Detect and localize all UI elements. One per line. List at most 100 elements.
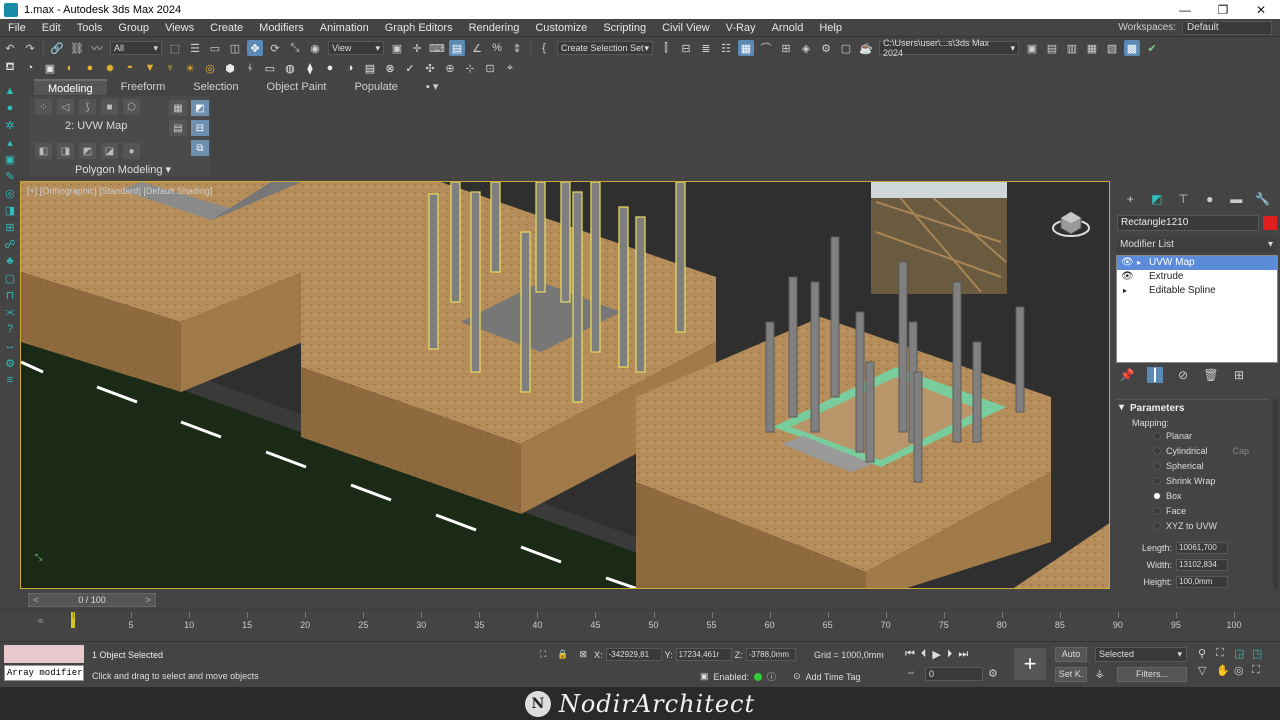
border-mode-icon[interactable]: ⟆ (79, 99, 96, 115)
adaptive-degradation-icon[interactable]: ▣ (700, 671, 709, 682)
maxscript-mini-listener[interactable]: Array modifier (4, 665, 84, 681)
set-key-big-icon[interactable]: + (1014, 648, 1046, 680)
previous-modifier-icon[interactable]: ◧ (35, 143, 52, 159)
motion-tab-icon[interactable]: ● (1202, 191, 1218, 207)
time-slider-handle[interactable]: < 0 / 100 > (28, 593, 156, 607)
length-spinner[interactable]: 10061,700 (1176, 541, 1228, 554)
vray-render-icon[interactable]: ◔ (22, 60, 38, 76)
viewport-label[interactable]: [+] [Orthographic] [Standard] [Default S… (27, 186, 212, 196)
chaos-scatter-icon[interactable]: ⊗ (382, 60, 398, 76)
toggle-modify-panel-icon[interactable]: ▦ (169, 100, 187, 116)
add-time-tag[interactable]: Add Time Tag (806, 672, 861, 682)
snaps-toggle-icon[interactable]: ▤ (449, 40, 465, 56)
fur-icon[interactable]: ⍭ (242, 60, 258, 76)
layer-explorer-icon[interactable]: ≣ (698, 40, 714, 56)
schematic-view-icon[interactable]: ⊞ (778, 40, 794, 56)
ambient-light-icon[interactable]: ◎ (202, 60, 218, 76)
modifier-list-dropdown[interactable]: Modifier List ▾ (1117, 237, 1277, 252)
parameters-header[interactable]: Parameters (1116, 400, 1268, 414)
vertex-mode-icon[interactable]: ⁘ (35, 99, 52, 115)
spot-light-icon[interactable]: ▼ (142, 60, 158, 76)
save-icon[interactable]: ▥ (1064, 40, 1080, 56)
edit-named-selection-icon[interactable]: { (536, 40, 552, 56)
orbit-icon[interactable]: ◎ (1234, 664, 1252, 677)
align-icon[interactable]: ⊟ (678, 40, 694, 56)
sphere-light-icon[interactable]: ● (82, 60, 98, 76)
keyboard-shortcut-icon[interactable]: ⌨ (429, 40, 445, 56)
zoom-extents-icon[interactable]: ◲ (1234, 647, 1252, 660)
z-coordinate-field[interactable]: -3788,0mm (745, 648, 796, 661)
zoom-icon[interactable]: ⚲ (1198, 647, 1216, 660)
element-mode-icon[interactable]: ⬡ (123, 99, 140, 115)
edge-icon[interactable]: ⊟ (191, 120, 209, 136)
y-coordinate-field[interactable]: 17234,461r (675, 648, 732, 661)
face-snap-icon[interactable]: ⊡ (482, 60, 498, 76)
pivot-center-icon[interactable]: ▣ (389, 40, 405, 56)
menu-rendering[interactable]: Rendering (461, 22, 528, 34)
menu-group[interactable]: Group (110, 22, 157, 34)
mapping-face-radio[interactable]: Face (1116, 503, 1268, 518)
next-frame-icon[interactable]: > (143, 594, 153, 606)
select-manipulate-icon[interactable]: ✛ (409, 40, 425, 56)
select-scale-icon[interactable]: ⤡ (287, 40, 303, 56)
track-bar[interactable]: ≈ 5 10 15 20 25 30 35 40 45 50 55 60 65 70 75 80 85 90 95 1… (0, 609, 1280, 637)
toggle-scene-explorer-icon[interactable]: ☷ (718, 40, 734, 56)
auto-key-button[interactable]: Auto (1055, 647, 1087, 662)
remove-modifier-icon[interactable]: 🗑 (1203, 367, 1219, 383)
rendered-frame-window-icon[interactable]: ▢ (838, 40, 854, 56)
mapping-box-radio[interactable]: Box (1116, 488, 1268, 503)
sun-icon[interactable]: ✹ (102, 60, 118, 76)
mesh-clipper-icon[interactable]: ⧫ (302, 60, 318, 76)
tab-modeling[interactable]: Modeling (34, 79, 107, 95)
previous-frame-icon[interactable]: ⏴ (921, 648, 927, 661)
array-icon[interactable]: ⊞ (3, 220, 17, 234)
placement-icon[interactable]: ◉ (307, 40, 323, 56)
field-of-view-icon[interactable]: ▽ (1198, 664, 1216, 677)
ribbon-options-icon[interactable]: ▪ ▾ (412, 79, 452, 95)
render-setup-icon[interactable]: ⚙ (818, 40, 834, 56)
mapping-shrink-wrap-radio[interactable]: Shrink Wrap (1116, 473, 1268, 488)
menu-arnold[interactable]: Arnold (764, 22, 812, 34)
export-icon[interactable]: ▧ (1104, 40, 1120, 56)
bind-space-warp-icon[interactable]: 〰 (89, 40, 105, 56)
key-filters-icon[interactable]: ⚶ (1095, 667, 1104, 680)
project-path-dropdown[interactable]: C:\Users\user\...s\3ds Max 2024 ▾ (879, 38, 1019, 58)
project-folder-icon[interactable]: ▣ (1024, 40, 1040, 56)
create-tab-icon[interactable]: + (1122, 191, 1138, 207)
box-icon[interactable]: ▢ (3, 271, 17, 285)
render-production-icon[interactable]: ☕ (858, 40, 874, 56)
tab-freeform[interactable]: Freeform (107, 79, 180, 95)
menu-customize[interactable]: Customize (527, 22, 595, 34)
object-name-field[interactable]: Rectangle1210 (1117, 215, 1259, 231)
rectangular-selection-icon[interactable]: ▭ (207, 40, 223, 56)
key-mode-icon[interactable]: ⇔ (906, 667, 916, 678)
current-frame-field[interactable]: 0 (925, 667, 983, 681)
material-sphere-icon[interactable]: ● (322, 60, 338, 76)
frame-buffer-icon[interactable]: ▣ (42, 60, 58, 76)
show-end-result-icon[interactable]: ◪ (101, 143, 118, 159)
vray-logo-icon[interactable]: ✓ (402, 60, 418, 76)
select-rotate-icon[interactable]: ⟳ (267, 40, 283, 56)
snap-grid-icon[interactable]: ✣ (422, 60, 438, 76)
modify-tab-icon[interactable]: ◩ (1149, 191, 1165, 207)
proxy-icon[interactable]: ⬢ (222, 60, 238, 76)
utilities-tab-icon[interactable]: 🔧 (1255, 191, 1271, 207)
height-spinner[interactable]: 100,0mm (1176, 575, 1228, 588)
menu-tools[interactable]: Tools (69, 22, 111, 34)
curve-editor-icon[interactable]: ⌒ (758, 40, 774, 56)
ies-light-icon[interactable]: ♆ (162, 60, 178, 76)
pipe-icon[interactable]: ⊓ (3, 288, 17, 302)
use-soft-selection-icon[interactable]: ◩ (191, 100, 209, 116)
workspaces-dropdown[interactable]: Default (1182, 20, 1272, 35)
maximize-button[interactable]: ❐ (1204, 0, 1242, 19)
pan-icon[interactable]: ✋ (1216, 664, 1234, 677)
eye-icon[interactable]: 👁 (1121, 270, 1134, 284)
expand-icon[interactable]: ▸ (1137, 256, 1141, 270)
key-selection-set-dropdown[interactable]: Selected ▾ (1095, 647, 1187, 662)
mapping-planar-radio[interactable]: Planar (1116, 428, 1268, 443)
vertex-snap-icon[interactable]: ⊕ (442, 60, 458, 76)
select-icon[interactable]: ▣ (3, 152, 17, 166)
hierarchy-tab-icon[interactable]: ⊤ (1175, 191, 1191, 207)
sunlight-icon[interactable]: ☀ (182, 60, 198, 76)
zoom-extents-all-icon[interactable]: ◳ (1252, 647, 1270, 660)
